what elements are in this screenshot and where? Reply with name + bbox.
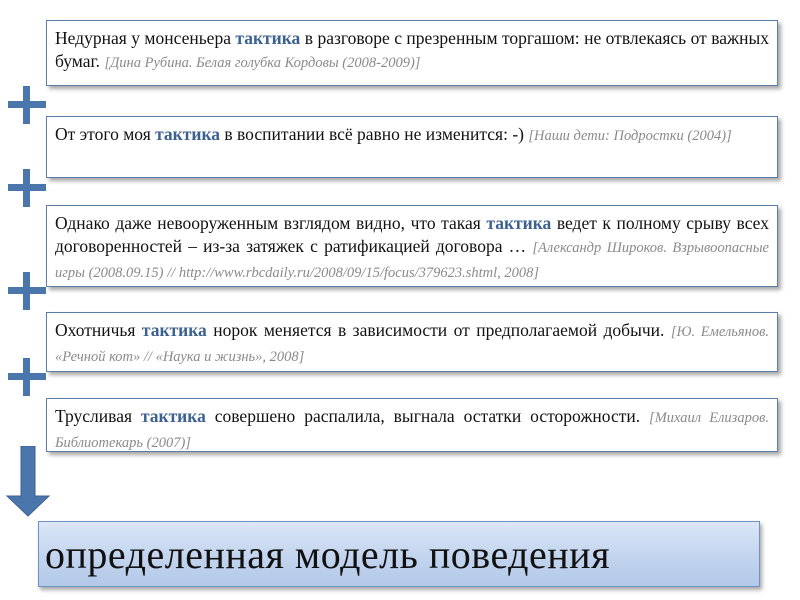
example-box-4: Охотничья тактика норок меняется в завис… [46, 312, 778, 372]
plus-icon [8, 272, 46, 310]
example-box-2: От этого моя тактика в воспитании всё ра… [46, 116, 778, 178]
example-text: Однако даже невооруженным взглядом видно… [55, 213, 487, 233]
plus-icon [8, 86, 46, 124]
example-text: Трусливая [55, 406, 141, 426]
example-box-3: Однако даже невооруженным взглядом видно… [46, 205, 778, 287]
source-citation: [Наши дети: Подростки (2004)] [528, 128, 732, 144]
example-text: в воспитании всё равно не изменится: -) [220, 124, 529, 144]
keyword: тактика [141, 320, 207, 340]
keyword: тактика [140, 406, 206, 426]
keyword: тактика [486, 213, 552, 233]
example-text: совершено распалила, выгнала остатки ост… [205, 406, 650, 426]
arrow-down-icon [5, 446, 51, 517]
keyword: тактика [235, 28, 301, 48]
example-text: норок меняется в зависимости от предпола… [206, 320, 671, 340]
plus-icon [8, 358, 46, 396]
example-box-1: Недурная у монсеньера тактика в разговор… [46, 20, 778, 86]
conclusion-box: определенная модель поведения [38, 521, 760, 587]
source-citation: [Дина Рубина. Белая голубка Кордовы (200… [104, 55, 421, 71]
keyword: тактика [155, 124, 221, 144]
example-text: От этого моя [55, 124, 156, 144]
plus-icon [8, 169, 46, 207]
example-box-5: Трусливая тактика совершено распалила, в… [46, 398, 778, 452]
example-text: Охотничья [55, 320, 142, 340]
example-text: Недурная у монсеньера [55, 28, 236, 48]
